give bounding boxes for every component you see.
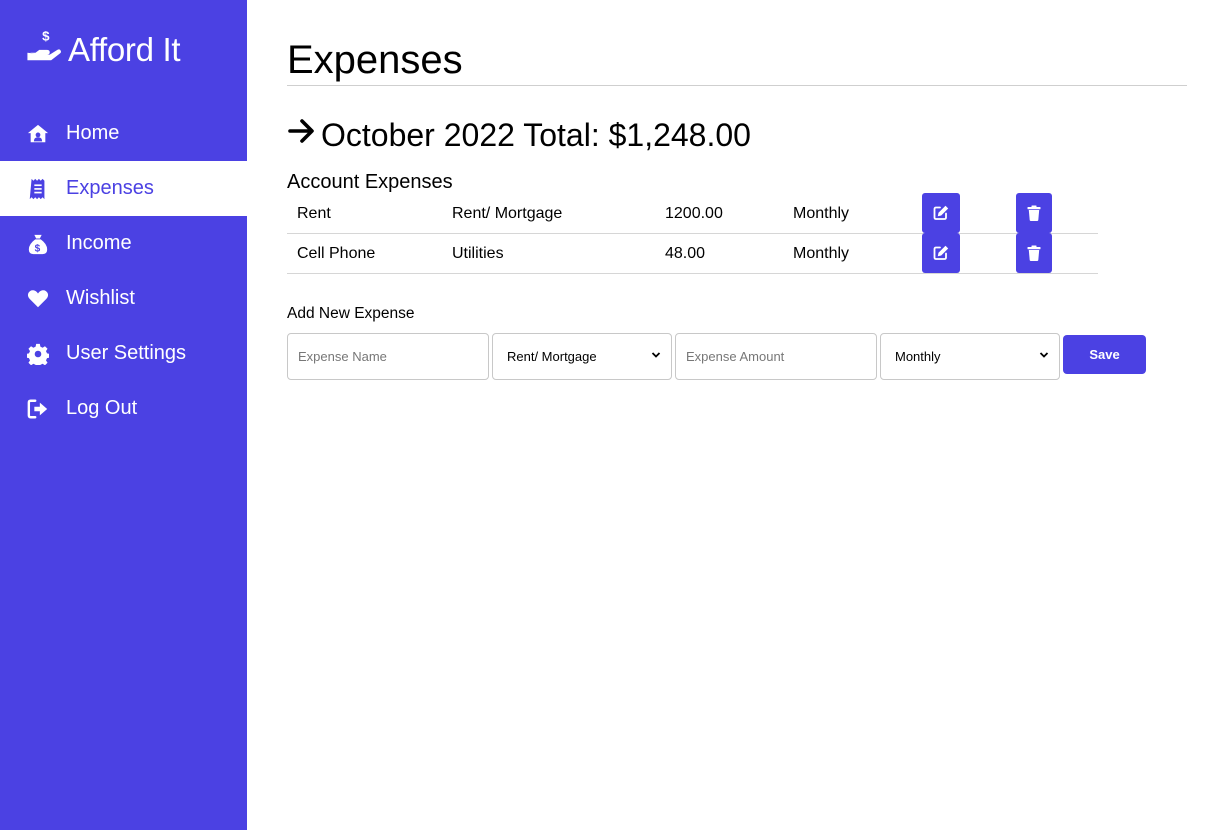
table-row: Rent Rent/ Mortgage 1200.00 Monthly: [287, 193, 1098, 234]
sidebar-item-label: Expenses: [66, 177, 154, 199]
sidebar-item-expenses[interactable]: Expenses: [0, 161, 247, 216]
category-select[interactable]: Rent/ Mortgage: [492, 333, 672, 380]
receipt-icon: [26, 177, 50, 201]
sidebar-item-label: Log Out: [66, 397, 138, 419]
expense-frequency: Monthly: [793, 205, 850, 222]
add-expense-heading: Add New Expense: [287, 305, 415, 322]
arrow-right-icon: [287, 116, 321, 154]
monthly-total-text: October 2022 Total: $1,248.00: [321, 116, 751, 153]
edit-icon: [933, 205, 949, 221]
sidebar-nav: Home Expenses $ Income Wishlist User Set…: [0, 106, 247, 436]
expense-category: Utilities: [452, 245, 504, 262]
svg-text:$: $: [42, 28, 50, 43]
home-icon: [26, 122, 50, 146]
category-select-value: Rent/ Mortgage: [507, 349, 597, 364]
sidebar-item-home[interactable]: Home: [0, 106, 247, 161]
table-row: Cell Phone Utilities 48.00 Monthly: [287, 233, 1098, 274]
hand-dollar-icon: $: [26, 28, 64, 71]
expense-name: Rent: [297, 205, 331, 222]
expense-amount-input[interactable]: [675, 333, 877, 380]
chevron-down-icon: [1039, 350, 1049, 363]
heart-icon: [26, 287, 50, 311]
money-bag-icon: $: [26, 232, 50, 256]
brand-name: Afford It: [68, 30, 181, 68]
sidebar-item-income[interactable]: $ Income: [0, 216, 247, 271]
gear-icon: [26, 342, 50, 366]
expense-name: Cell Phone: [297, 245, 376, 262]
sidebar-item-label: Income: [66, 232, 132, 254]
expense-frequency: Monthly: [793, 245, 850, 262]
frequency-select[interactable]: Monthly: [880, 333, 1060, 380]
sidebar: $ Afford It Home Expenses $ Income Wishl…: [0, 0, 247, 830]
frequency-select-value: Monthly: [895, 349, 941, 364]
edit-icon: [933, 245, 949, 261]
expense-amount: 1200.00: [665, 205, 723, 222]
logout-icon: [26, 397, 50, 421]
brand-logo[interactable]: $ Afford It: [26, 28, 181, 71]
account-expenses-heading: Account Expenses: [287, 171, 453, 193]
expense-amount: 48.00: [665, 245, 706, 262]
sidebar-item-label: User Settings: [66, 342, 187, 364]
save-button[interactable]: Save: [1063, 335, 1146, 374]
sidebar-item-wishlist[interactable]: Wishlist: [0, 271, 247, 326]
sidebar-item-log-out[interactable]: Log Out: [0, 381, 247, 436]
title-divider: [287, 85, 1187, 86]
trash-icon: [1026, 245, 1042, 261]
trash-icon: [1026, 205, 1042, 221]
page-title: Expenses: [287, 38, 463, 82]
expenses-table: Rent Rent/ Mortgage 1200.00 Monthly Cell…: [287, 193, 1098, 274]
monthly-total: October 2022 Total: $1,248.00: [287, 116, 751, 154]
expense-category: Rent/ Mortgage: [452, 205, 563, 222]
edit-button[interactable]: [922, 233, 960, 273]
edit-button[interactable]: [922, 193, 960, 233]
sidebar-item-label: Home: [66, 122, 120, 144]
expense-name-input[interactable]: [287, 333, 489, 380]
sidebar-item-user-settings[interactable]: User Settings: [0, 326, 247, 381]
sidebar-item-label: Wishlist: [66, 287, 135, 309]
delete-button[interactable]: [1016, 193, 1052, 233]
chevron-down-icon: [651, 350, 661, 363]
svg-text:$: $: [35, 243, 41, 254]
delete-button[interactable]: [1016, 233, 1052, 273]
